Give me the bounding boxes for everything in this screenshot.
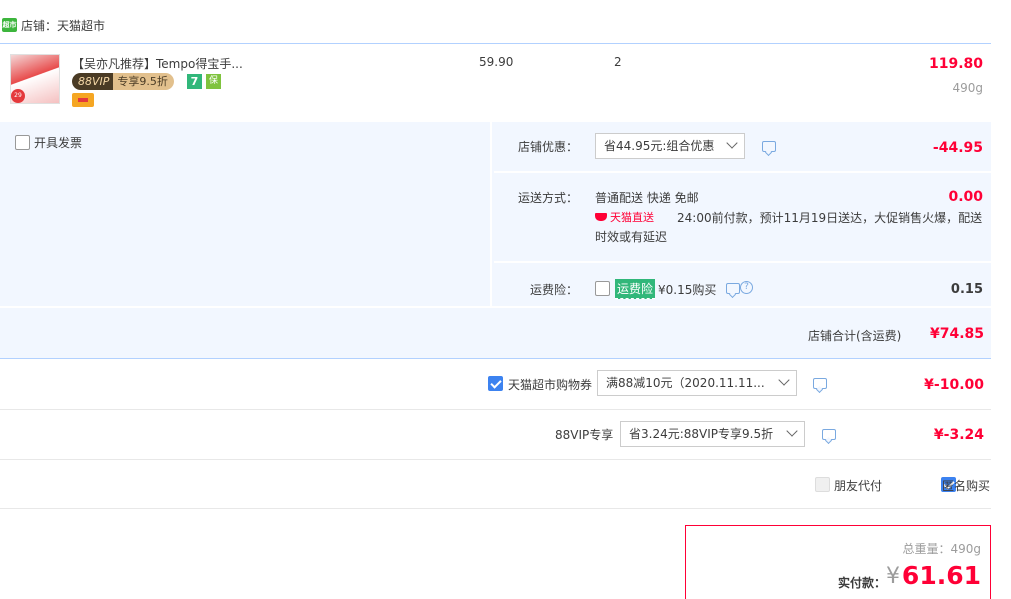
store-name[interactable]: 店铺：天猫超市	[21, 17, 105, 34]
store-header: 超市 店铺：天猫超市	[0, 8, 991, 42]
line-total: 119.80	[928, 56, 983, 72]
guarantee-icon[interactable]: 保	[206, 74, 221, 89]
friend-pay-label: 朋友代付	[834, 479, 883, 493]
coupon-value: 满88减10元（2020.11.11...	[606, 376, 765, 390]
invoice-label: 开具发票	[34, 136, 83, 150]
panel-divider	[0, 358, 991, 359]
row-separator	[494, 261, 991, 263]
friend-pay-checkbox[interactable]	[815, 477, 830, 492]
delivery-estimate: 24:00前付款，预计11月19日送达，大促销售火爆，配送	[677, 211, 983, 225]
store-total-label: 店铺合计(含运费)	[808, 329, 902, 343]
store-discount-label: 店铺优惠：	[517, 140, 578, 154]
invoice-option[interactable]: 开具发票	[15, 134, 82, 151]
vip-tag-left: 88VIP	[72, 73, 114, 90]
tmall-supermarket-icon: 超市	[2, 18, 17, 32]
insurance-price: ¥0.15购买	[658, 283, 717, 297]
chat-icon[interactable]	[762, 141, 776, 152]
vip-discount-label: 88VIP专享	[555, 428, 614, 442]
store-discount-select[interactable]: 省44.95元:组合优惠	[595, 133, 745, 159]
vip-tag-right: 专享9.5折	[113, 73, 174, 90]
tmall-direct-badge: 天猫直送	[595, 209, 654, 225]
vip-discount-value: 省3.24元:88VIP专享9.5折	[629, 427, 774, 441]
row-divider	[0, 459, 991, 460]
row-separator	[0, 306, 991, 308]
payment-label: 实付款：	[838, 576, 887, 590]
row-divider	[0, 409, 991, 410]
product-thumbnail[interactable]: 29	[10, 54, 60, 104]
total-weight: 总重量：490g	[902, 542, 981, 556]
thumbnail-badge: 29	[11, 89, 25, 103]
chat-icon[interactable]	[822, 429, 836, 440]
insurance-label: 运费险：	[529, 283, 578, 297]
currency-symbol: ¥	[886, 564, 900, 589]
delivery-estimate-cont: 时效或有延迟	[595, 230, 668, 244]
shipping-label: 运送方式：	[517, 191, 578, 205]
credit-card-icon[interactable]	[72, 93, 94, 107]
product-title[interactable]: 【吴亦凡推荐】Tempo得宝手...	[72, 55, 243, 72]
chevron-down-icon	[778, 374, 790, 386]
chat-icon[interactable]	[726, 283, 740, 294]
row-divider	[0, 508, 991, 509]
coupon-amount: ¥-10.00	[924, 377, 984, 393]
insurance-amount: 0.15	[950, 282, 983, 297]
coupon-checkbox[interactable]	[488, 376, 503, 391]
store-discount-amount: -44.95	[932, 140, 983, 156]
header-divider	[0, 43, 991, 44]
invoice-checkbox[interactable]	[15, 135, 30, 150]
vip-discount-amount: ¥-3.24	[933, 427, 984, 443]
payment-amount: 61.61	[901, 561, 981, 590]
store-total-amount: ¥74.85	[929, 326, 984, 342]
store-discount-value: 省44.95元:组合优惠	[604, 139, 715, 153]
insurance-tag: 运费险	[615, 279, 656, 299]
product-weight: 490g	[952, 81, 983, 95]
unit-price: 59.90	[479, 55, 514, 69]
quantity: 2	[614, 55, 622, 69]
chevron-down-icon	[786, 425, 798, 437]
tmall-cat-icon	[595, 213, 607, 221]
chat-icon[interactable]	[813, 378, 827, 389]
seven-day-return-icon[interactable]: 7	[187, 74, 202, 89]
insurance-checkbox[interactable]	[595, 281, 610, 296]
tmall-direct-label: 天猫直送	[610, 211, 654, 224]
vip-discount-select[interactable]: 省3.24元:88VIP专享9.5折	[620, 421, 805, 447]
coupon-label: 天猫超市购物券	[508, 378, 593, 392]
anonymous-label: 匿名购买	[942, 479, 991, 493]
chevron-down-icon	[726, 137, 738, 149]
coupon-select[interactable]: 满88减10元（2020.11.11...	[597, 370, 797, 396]
row-separator	[494, 171, 991, 173]
help-icon[interactable]: ?	[740, 281, 753, 294]
shipping-amount: 0.00	[948, 189, 983, 205]
vip-discount-tag: 88VIP 专享9.5折	[72, 73, 174, 90]
shipping-method: 普通配送 快递 免邮	[595, 191, 699, 205]
